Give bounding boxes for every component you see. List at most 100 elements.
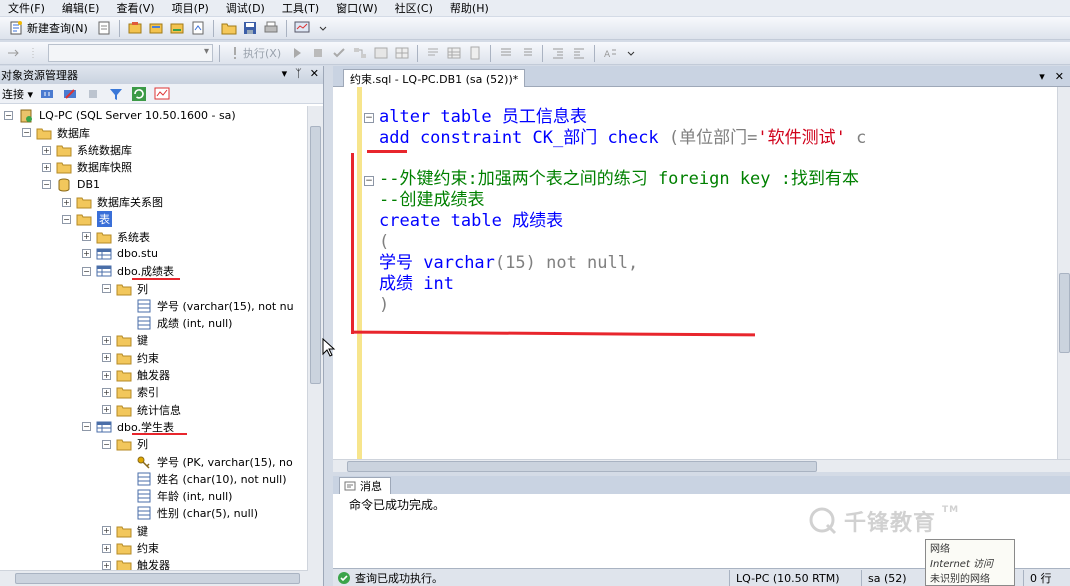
debug-button[interactable] <box>288 44 306 62</box>
expand-icon[interactable]: + <box>82 232 91 242</box>
close-editor-icon[interactable]: ✕ <box>1055 70 1064 83</box>
collapse-icon[interactable]: − <box>102 439 111 449</box>
tree-vertical-scrollbar[interactable] <box>307 106 323 586</box>
results-grid-button[interactable] <box>445 44 463 62</box>
tree-node-database-snapshots[interactable]: + 数据库快照 <box>42 159 132 176</box>
tree-node-columns[interactable]: − 列 <box>102 436 148 453</box>
save-button[interactable] <box>241 19 259 37</box>
tree-node-diagrams[interactable]: + 数据库关系图 <box>62 194 163 211</box>
messages-tab[interactable]: 消息 <box>339 477 391 494</box>
tree-node-columns[interactable]: − 列 <box>102 280 148 297</box>
tree-node-table-scores[interactable]: − dbo.成绩表 <box>82 263 180 280</box>
tree-node-server[interactable]: − LQ-PC (SQL Server 10.50.1600 - sa) <box>4 107 236 124</box>
analysis-query-button[interactable] <box>126 19 144 37</box>
expand-icon[interactable]: + <box>102 526 111 536</box>
collapse-icon[interactable]: − <box>4 111 13 120</box>
activity-monitor-button[interactable] <box>293 19 311 37</box>
fold-toggle[interactable]: − <box>364 176 374 186</box>
menu-debug[interactable]: 调试(D) <box>218 0 274 16</box>
expand-icon[interactable]: + <box>82 249 91 259</box>
collapse-icon[interactable]: − <box>62 214 71 224</box>
close-icon[interactable]: ✕ <box>310 67 319 80</box>
xmla-query-button[interactable] <box>189 19 207 37</box>
tree-horizontal-scrollbar[interactable] <box>0 570 308 586</box>
tree-node-databases[interactable]: − 数据库 <box>22 124 90 141</box>
query-designer-button[interactable] <box>372 44 390 62</box>
db-engine-query-button[interactable] <box>95 19 113 37</box>
tree-node-system-databases[interactable]: + 系统数据库 <box>42 142 132 159</box>
specify-values-button[interactable] <box>393 44 411 62</box>
database-selector[interactable] <box>48 44 213 62</box>
uncomment-button[interactable] <box>518 44 536 62</box>
menu-edit[interactable]: 编辑(E) <box>54 0 109 16</box>
tree-node-column[interactable]: 性别 (char(5), null) <box>122 505 258 522</box>
increase-indent-button[interactable] <box>570 44 588 62</box>
tree-node-statistics[interactable]: + 统计信息 <box>102 401 181 418</box>
tree-node-constraints[interactable]: + 约束 <box>102 540 159 557</box>
expand-icon[interactable]: + <box>102 335 111 345</box>
cancel-query-button[interactable] <box>309 44 327 62</box>
new-query-button[interactable]: 新建查询(N) <box>4 19 92 38</box>
expand-icon[interactable]: + <box>42 145 51 155</box>
collapse-icon[interactable]: − <box>82 266 91 276</box>
menu-file[interactable]: 文件(F) <box>0 0 54 16</box>
menu-community[interactable]: 社区(C) <box>387 0 442 16</box>
expand-icon[interactable]: + <box>102 543 111 553</box>
filter-icon[interactable] <box>107 85 125 103</box>
decrease-indent-button[interactable] <box>549 44 567 62</box>
comment-button[interactable] <box>497 44 515 62</box>
menu-project[interactable]: 项目(P) <box>164 0 218 16</box>
tree-node-column[interactable]: 年龄 (int, null) <box>122 488 232 505</box>
menu-tools[interactable]: 工具(T) <box>274 0 328 16</box>
tree-node-table-stu[interactable]: + dbo.stu <box>82 245 158 262</box>
display-plan-button[interactable] <box>351 44 369 62</box>
menu-view[interactable]: 查看(V) <box>108 0 163 16</box>
tree-node-db1[interactable]: − DB1 <box>42 176 100 193</box>
tree-node-triggers[interactable]: + 触发器 <box>102 367 170 384</box>
scrollbar-thumb[interactable] <box>347 461 817 472</box>
toolbar-overflow-button[interactable] <box>314 19 332 37</box>
tab-list-icon[interactable]: ▾ <box>1039 70 1045 83</box>
change-connection-button[interactable] <box>4 44 22 62</box>
specify-template-button[interactable]: A <box>601 44 619 62</box>
fold-toggle[interactable]: − <box>364 113 374 123</box>
tree-node-system-tables[interactable]: + 系统表 <box>82 228 150 245</box>
panel-dropdown-icon[interactable]: ▾ <box>282 67 288 80</box>
menu-window[interactable]: 窗口(W) <box>328 0 386 16</box>
expand-icon[interactable]: + <box>42 162 51 172</box>
scrollbar-thumb[interactable] <box>310 126 321 384</box>
parse-button[interactable] <box>330 44 348 62</box>
tree-node-column[interactable]: 学号 (varchar(15), not nu <box>122 297 294 314</box>
expand-icon[interactable]: + <box>102 370 111 380</box>
tree-node-column[interactable]: 姓名 (char(10), not null) <box>122 470 287 487</box>
collapse-icon[interactable]: − <box>102 284 111 293</box>
collapse-icon[interactable]: − <box>82 422 91 432</box>
menu-help[interactable]: 帮助(H) <box>442 0 498 16</box>
expand-icon[interactable]: + <box>62 197 71 207</box>
print-button[interactable] <box>262 19 280 37</box>
results-file-button[interactable] <box>466 44 484 62</box>
collapse-icon[interactable]: − <box>22 128 31 138</box>
tree-node-constraints[interactable]: + 约束 <box>102 349 159 366</box>
pin-icon[interactable]: ᛉ <box>295 67 302 80</box>
refresh-icon[interactable] <box>130 85 148 103</box>
scrollbar-thumb[interactable] <box>15 573 300 584</box>
expand-icon[interactable]: + <box>102 405 111 415</box>
expand-icon[interactable]: + <box>102 387 111 397</box>
scrollbar-thumb[interactable] <box>1059 273 1070 353</box>
mdx-query-button[interactable] <box>147 19 165 37</box>
tree-node-indexes[interactable]: + 索引 <box>102 384 159 401</box>
connect-dropdown[interactable]: 连接 ▾ <box>2 86 33 102</box>
expand-icon[interactable]: + <box>102 560 111 570</box>
expand-icon[interactable]: + <box>102 353 111 363</box>
tree-node-keys[interactable]: + 键 <box>102 332 148 349</box>
tree-node-tables[interactable]: − 表 <box>62 211 112 228</box>
results-text-button[interactable] <box>424 44 442 62</box>
connect-icon[interactable] <box>38 85 56 103</box>
activity-monitor-icon[interactable] <box>153 85 171 103</box>
disconnect-icon[interactable] <box>61 85 79 103</box>
tree-node-keys[interactable]: + 键 <box>102 522 148 539</box>
editor-horizontal-scrollbar[interactable] <box>333 459 1070 472</box>
sql-editor[interactable]: − alter table 员工信息表 add constraint CK_部门… <box>333 87 1057 459</box>
tree-node-column[interactable]: 学号 (PK, varchar(15), no <box>122 453 293 470</box>
